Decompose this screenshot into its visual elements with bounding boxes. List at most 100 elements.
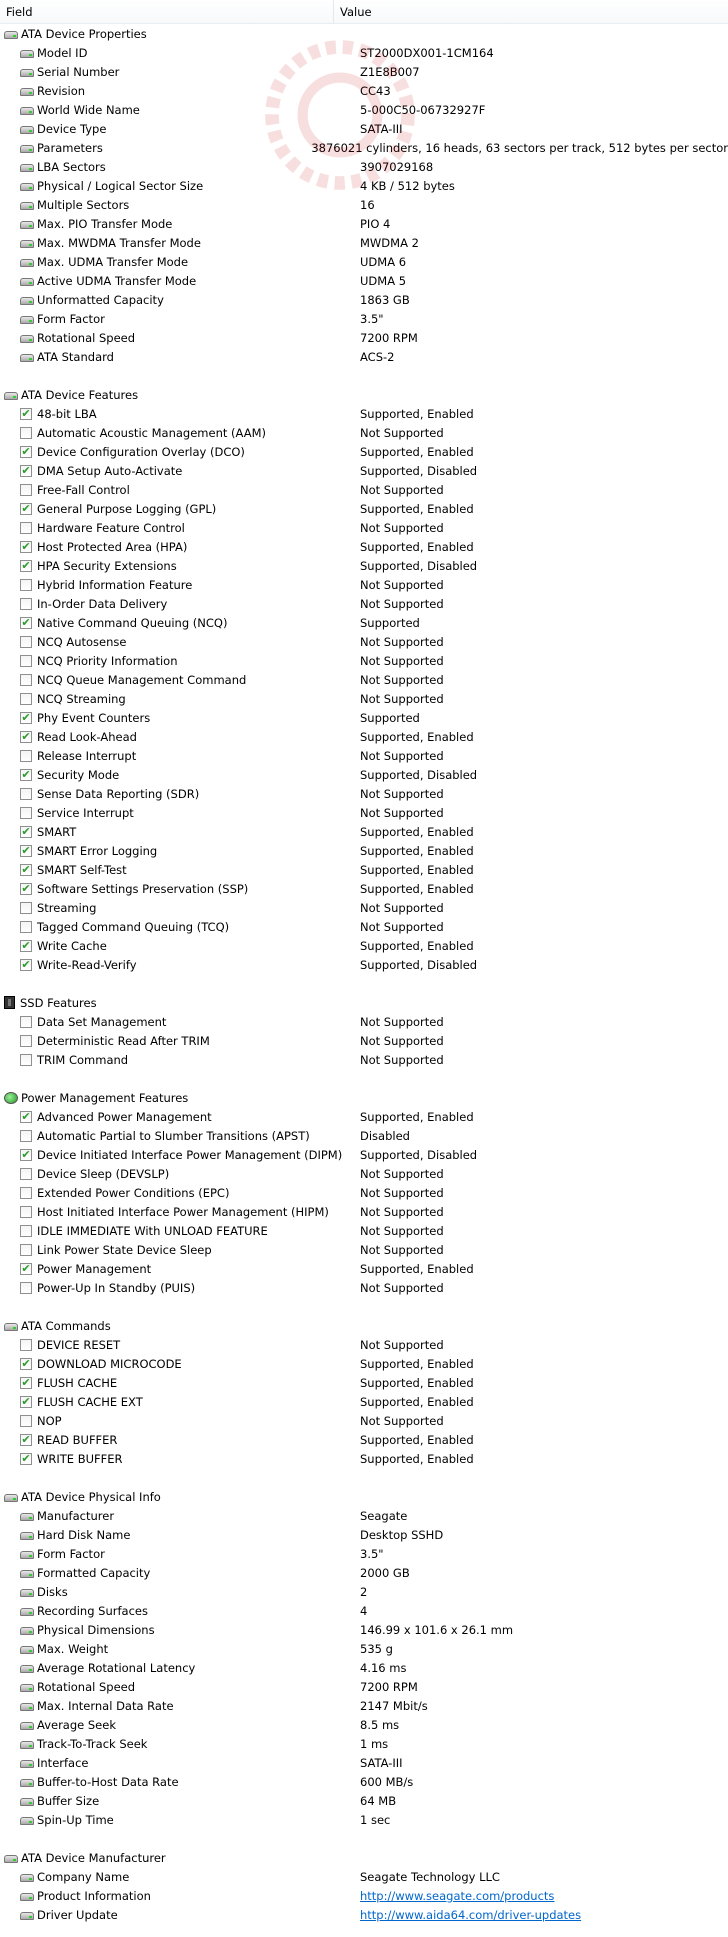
list-item[interactable]: Track-To-Track Seek 1 ms xyxy=(0,1734,728,1753)
list-item[interactable]: ✔ Write-Read-Verify Supported, Disabled xyxy=(0,955,728,974)
list-item[interactable]: ✔ Device Configuration Overlay (DCO) Suppo… xyxy=(0,442,728,461)
list-item[interactable]: Device Type SATA-III xyxy=(0,119,728,138)
value-link[interactable]: http://www.seagate.com/products xyxy=(360,1889,728,1903)
list-item[interactable]: Sense Data Reporting (SDR) Not Supported xyxy=(0,784,728,803)
list-item[interactable]: In-Order Data Delivery Not Supported xyxy=(0,594,728,613)
list-item[interactable]: Automatic Acoustic Management (AAM) Not S… xyxy=(0,423,728,442)
list-item[interactable]: ATA Standard ACS-2 xyxy=(0,347,728,366)
list-item[interactable]: Buffer Size 64 MB xyxy=(0,1791,728,1810)
list-item[interactable]: Recording Surfaces 4 xyxy=(0,1601,728,1620)
list-item[interactable]: Release Interrupt Not Supported xyxy=(0,746,728,765)
list-item[interactable]: ✔ Software Settings Preservation (SSP) Sup… xyxy=(0,879,728,898)
field-cell: ✔ Read Look-Ahead xyxy=(20,730,360,744)
list-item[interactable]: Hybrid Information Feature Not Supported xyxy=(0,575,728,594)
section-header[interactable]: ATA Device Physical Info xyxy=(0,1487,728,1506)
list-item[interactable]: ✔ Security Mode Supported, Disabled xyxy=(0,765,728,784)
list-item[interactable]: ✔ 48-bit LBA Supported, Enabled xyxy=(0,404,728,423)
list-item[interactable]: Max. MWDMA Transfer Mode MWDMA 2 xyxy=(0,233,728,252)
list-item[interactable]: Spin-Up Time 1 sec xyxy=(0,1810,728,1829)
list-item[interactable]: Average Seek 8.5 ms xyxy=(0,1715,728,1734)
list-item[interactable]: Tagged Command Queuing (TCQ) Not Supporte… xyxy=(0,917,728,936)
list-item[interactable]: Rotational Speed 7200 RPM xyxy=(0,328,728,347)
list-item[interactable]: NCQ Autosense Not Supported xyxy=(0,632,728,651)
list-item[interactable]: Company Name Seagate Technology LLC xyxy=(0,1867,728,1886)
list-item[interactable]: IDLE IMMEDIATE With UNLOAD FEATURE Not Su… xyxy=(0,1221,728,1240)
list-item[interactable]: Active UDMA Transfer Mode UDMA 5 xyxy=(0,271,728,290)
list-item[interactable]: NCQ Streaming Not Supported xyxy=(0,689,728,708)
list-item[interactable]: Deterministic Read After TRIM Not Support… xyxy=(0,1031,728,1050)
value-column-header[interactable]: Value xyxy=(334,0,372,23)
list-item[interactable]: Rotational Speed 7200 RPM xyxy=(0,1677,728,1696)
list-item[interactable]: Data Set Management Not Supported xyxy=(0,1012,728,1031)
list-item[interactable]: Hardware Feature Control Not Supported xyxy=(0,518,728,537)
list-item[interactable]: Max. PIO Transfer Mode PIO 4 xyxy=(0,214,728,233)
list-item[interactable]: ✔ Phy Event Counters Supported xyxy=(0,708,728,727)
list-item[interactable]: ✔ Power Management Supported, Enabled xyxy=(0,1259,728,1278)
field-column-header[interactable]: Field xyxy=(0,0,334,23)
list-item[interactable]: NCQ Priority Information Not Supported xyxy=(0,651,728,670)
list-item[interactable]: Free-Fall Control Not Supported xyxy=(0,480,728,499)
list-item[interactable]: Service Interrupt Not Supported xyxy=(0,803,728,822)
list-item[interactable]: NCQ Queue Management Command Not Supporte… xyxy=(0,670,728,689)
list-item[interactable]: ✔ FLUSH CACHE EXT Supported, Enabled xyxy=(0,1392,728,1411)
list-item[interactable]: Manufacturer Seagate xyxy=(0,1506,728,1525)
list-item[interactable]: ✔ Read Look-Ahead Supported, Enabled xyxy=(0,727,728,746)
list-item[interactable]: Max. UDMA Transfer Mode UDMA 6 xyxy=(0,252,728,271)
list-item[interactable]: ✔ Device Initiated Interface Power Manage… xyxy=(0,1145,728,1164)
section-header[interactable]: ATA Device Features xyxy=(0,385,728,404)
section-header[interactable]: SSD Features xyxy=(0,993,728,1012)
list-item[interactable]: ✔ Write Cache Supported, Enabled xyxy=(0,936,728,955)
list-item[interactable]: Multiple Sectors 16 xyxy=(0,195,728,214)
list-item[interactable]: Model ID ST2000DX001-1CM164 xyxy=(0,43,728,62)
list-item[interactable]: Physical / Logical Sector Size 4 KB / 512… xyxy=(0,176,728,195)
section-header[interactable]: ATA Commands xyxy=(0,1316,728,1335)
list-item[interactable]: Link Power State Device Sleep Not Support… xyxy=(0,1240,728,1259)
list-item[interactable]: Form Factor 3.5" xyxy=(0,1544,728,1563)
list-item[interactable]: Form Factor 3.5" xyxy=(0,309,728,328)
list-item[interactable]: ✔ HPA Security Extensions Supported, Disab… xyxy=(0,556,728,575)
list-item[interactable]: Unformatted Capacity 1863 GB xyxy=(0,290,728,309)
list-item[interactable]: Host Initiated Interface Power Managemen… xyxy=(0,1202,728,1221)
list-item[interactable]: ✔ READ BUFFER Supported, Enabled xyxy=(0,1430,728,1449)
list-item[interactable]: Product Information http://www.seagate.co… xyxy=(0,1886,728,1905)
list-item[interactable]: Automatic Partial to Slumber Transitions… xyxy=(0,1126,728,1145)
list-item[interactable]: ✔ SMART Supported, Enabled xyxy=(0,822,728,841)
section-header[interactable]: ATA Device Manufacturer xyxy=(0,1848,728,1867)
list-item[interactable]: Serial Number Z1E8B007 xyxy=(0,62,728,81)
list-item[interactable]: Interface SATA-III xyxy=(0,1753,728,1772)
list-item[interactable]: Parameters 3876021 cylinders, 16 heads, 6… xyxy=(0,138,728,157)
list-item[interactable]: Driver Update http://www.aida64.com/drive… xyxy=(0,1905,728,1924)
list-item[interactable]: Device Sleep (DEVSLP) Not Supported xyxy=(0,1164,728,1183)
value-link[interactable]: http://www.aida64.com/driver-updates xyxy=(360,1908,728,1922)
list-item[interactable]: Hard Disk Name Desktop SSHD xyxy=(0,1525,728,1544)
list-item[interactable]: Streaming Not Supported xyxy=(0,898,728,917)
list-item[interactable]: ✔ General Purpose Logging (GPL) Supported,… xyxy=(0,499,728,518)
list-item[interactable]: Max. Internal Data Rate 2147 Mbit/s xyxy=(0,1696,728,1715)
list-item[interactable]: Revision CC43 xyxy=(0,81,728,100)
list-item[interactable]: ✔ FLUSH CACHE Supported, Enabled xyxy=(0,1373,728,1392)
list-item[interactable]: TRIM Command Not Supported xyxy=(0,1050,728,1069)
list-item[interactable]: DEVICE RESET Not Supported xyxy=(0,1335,728,1354)
list-item[interactable]: Max. Weight 535 g xyxy=(0,1639,728,1658)
list-item[interactable]: Physical Dimensions 146.99 x 101.6 x 26.1… xyxy=(0,1620,728,1639)
list-item[interactable]: NOP Not Supported xyxy=(0,1411,728,1430)
list-item[interactable]: ✔ WRITE BUFFER Supported, Enabled xyxy=(0,1449,728,1468)
list-item[interactable]: ✔ SMART Error Logging Supported, Enabled xyxy=(0,841,728,860)
list-item[interactable]: LBA Sectors 3907029168 xyxy=(0,157,728,176)
list-item[interactable]: ✔ Advanced Power Management Supported, Ena… xyxy=(0,1107,728,1126)
list-item[interactable]: ✔ Native Command Queuing (NCQ) Supported xyxy=(0,613,728,632)
list-item[interactable]: World Wide Name 5-000C50-06732927F xyxy=(0,100,728,119)
list-item[interactable]: ✔ DMA Setup Auto-Activate Supported, Disab… xyxy=(0,461,728,480)
list-item[interactable]: ✔ Host Protected Area (HPA) Supported, Ena… xyxy=(0,537,728,556)
list-item[interactable]: ✔ SMART Self-Test Supported, Enabled xyxy=(0,860,728,879)
list-item[interactable]: Buffer-to-Host Data Rate 600 MB/s xyxy=(0,1772,728,1791)
list-item[interactable]: Formatted Capacity 2000 GB xyxy=(0,1563,728,1582)
list-item[interactable]: Extended Power Conditions (EPC) Not Suppo… xyxy=(0,1183,728,1202)
list-item[interactable]: ✔ DOWNLOAD MICROCODE Supported, Enabled xyxy=(0,1354,728,1373)
section-header[interactable]: ATA Device Properties xyxy=(0,24,728,43)
section-header[interactable]: Power Management Features xyxy=(0,1088,728,1107)
list-item[interactable]: Disks 2 xyxy=(0,1582,728,1601)
list-item[interactable]: Average Rotational Latency 4.16 ms xyxy=(0,1658,728,1677)
list-item[interactable]: Power-Up In Standby (PUIS) Not Supported xyxy=(0,1278,728,1297)
field-label: Unformatted Capacity xyxy=(37,292,164,307)
